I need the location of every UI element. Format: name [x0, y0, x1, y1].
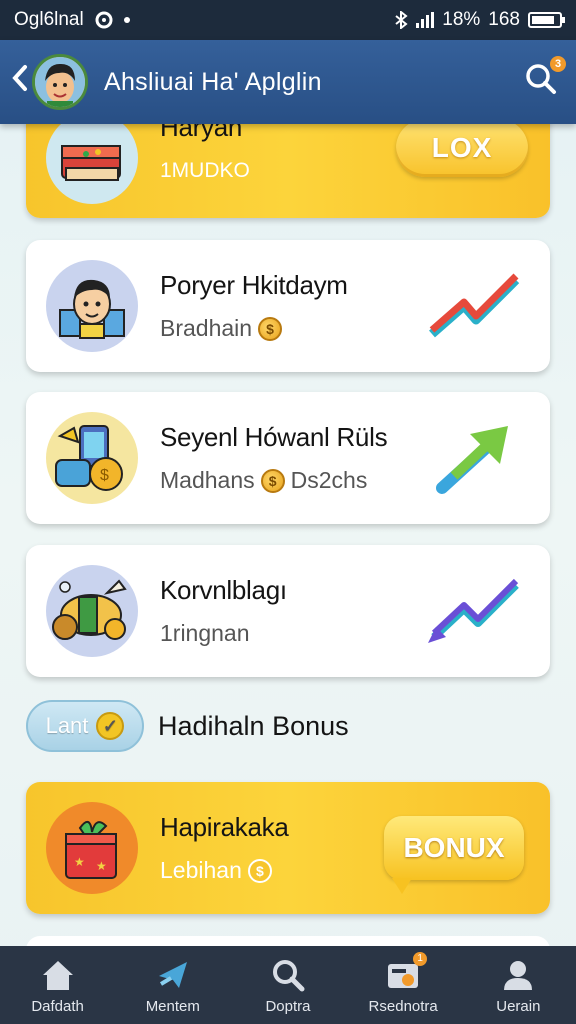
check-icon: ✓ [96, 712, 125, 740]
nav-badge: 1 [413, 951, 428, 966]
card-subtitle: Lebihan $ [160, 857, 384, 884]
treasure-box-icon [46, 112, 138, 204]
sync-icon [95, 11, 113, 29]
clock: 168 [488, 9, 520, 30]
card-seyenl[interactable]: $ Seyenl Hówanl Rüls Madhans $ Ds2chs [26, 392, 550, 524]
lant-pill[interactable]: Lant ✓ [26, 700, 144, 752]
nav-label: Doptra [265, 997, 311, 1015]
battery-icon [528, 12, 565, 28]
nav-item-home[interactable]: Dafdath [3, 956, 113, 1015]
card-text: Hapirakaka Lebihan $ [160, 812, 384, 884]
card-korvnlblagi[interactable]: Korvnlblagı 1ringnan [26, 545, 550, 677]
card-title: Seyenl Hówanl Rüls [160, 422, 388, 452]
section-title: Hadihaln Bonus [158, 710, 349, 741]
cannon-icon [46, 565, 138, 657]
card-text: Poryer Hkitdaym Bradhain $ [160, 270, 424, 342]
card-poryer[interactable]: Poryer Hkitdaym Bradhain $ [26, 240, 550, 372]
nav-item-rsednotra[interactable]: 1 Rsednotra [348, 951, 458, 1015]
card-text: Seyenl Hówanl Rüls Madhans $ Ds2chs [160, 422, 424, 494]
notification-dot-icon [123, 17, 130, 23]
trend-down-icon [428, 578, 519, 643]
svg-text:$: $ [100, 467, 109, 484]
card-title: Korvnlblagı [160, 575, 287, 605]
bottom-nav: Dafdath Mentem Doptra 1 Rsednotra Uerain [0, 946, 576, 1024]
card-text: Korvnlblagı 1ringnan [160, 575, 424, 647]
lox-button[interactable]: LOX [396, 119, 528, 177]
nav-item-doptra[interactable]: Doptra [233, 956, 343, 1015]
home-icon [38, 956, 78, 994]
inbox-icon: 1 [383, 951, 428, 994]
coin-icon: $ [247, 858, 272, 883]
status-bar: Ogl6lnal 18% 168 [0, 0, 576, 40]
app-header: Ahsliuai Ha' Aplglin 3 [0, 40, 576, 124]
chevron-left-icon [12, 65, 27, 91]
card-subtitle: 1MUDKO [160, 158, 250, 182]
app-title: Ahsliuai Ha' Aplglin [104, 67, 322, 96]
coin-icon: $ [260, 468, 285, 493]
search-icon [268, 956, 308, 994]
nav-label: Rsednotra [368, 997, 438, 1015]
bonus-card[interactable]: ★ ★ Hapirakaka Lebihan $ BONUX [26, 782, 550, 914]
user-icon [498, 956, 538, 994]
send-icon [153, 956, 193, 994]
gift-box-icon: ★ ★ [46, 802, 138, 894]
game-device-icon: $ [46, 412, 138, 504]
arrow-up-right-icon [436, 426, 508, 494]
nav-item-mentem[interactable]: Mentem [118, 956, 228, 1015]
nav-label: Dafdath [31, 997, 84, 1015]
bluetooth-icon [395, 11, 408, 29]
avatar[interactable] [32, 54, 88, 110]
search-button[interactable]: 3 [524, 56, 566, 102]
signal-icon [416, 12, 435, 28]
card-title: Poryer Hkitdaym [160, 270, 348, 300]
nav-label: Mentem [145, 997, 200, 1015]
nav-label: Uerain [496, 997, 541, 1015]
card-subtitle: Madhans $ Ds2chs [160, 467, 368, 493]
coin-icon: $ [258, 316, 283, 341]
notification-badge: 3 [550, 56, 566, 72]
svg-text:★: ★ [96, 859, 107, 873]
carrier-label: Ogl6lnal [14, 9, 84, 30]
battery-percent: 18% [442, 9, 481, 30]
svg-text:★: ★ [74, 855, 85, 869]
character-icon [46, 260, 138, 352]
card-subtitle: 1ringnan [160, 620, 250, 646]
back-button[interactable] [12, 64, 28, 100]
card-subtitle: Bradhain $ [160, 315, 424, 342]
section-header: Lant ✓ Hadihaln Bonus [26, 698, 550, 754]
nav-item-uerain[interactable]: Uerain [463, 956, 573, 1015]
card-title: Hapirakaka [160, 812, 289, 842]
bonus-button[interactable]: BONUX [384, 816, 524, 894]
trend-up-icon [429, 273, 520, 338]
